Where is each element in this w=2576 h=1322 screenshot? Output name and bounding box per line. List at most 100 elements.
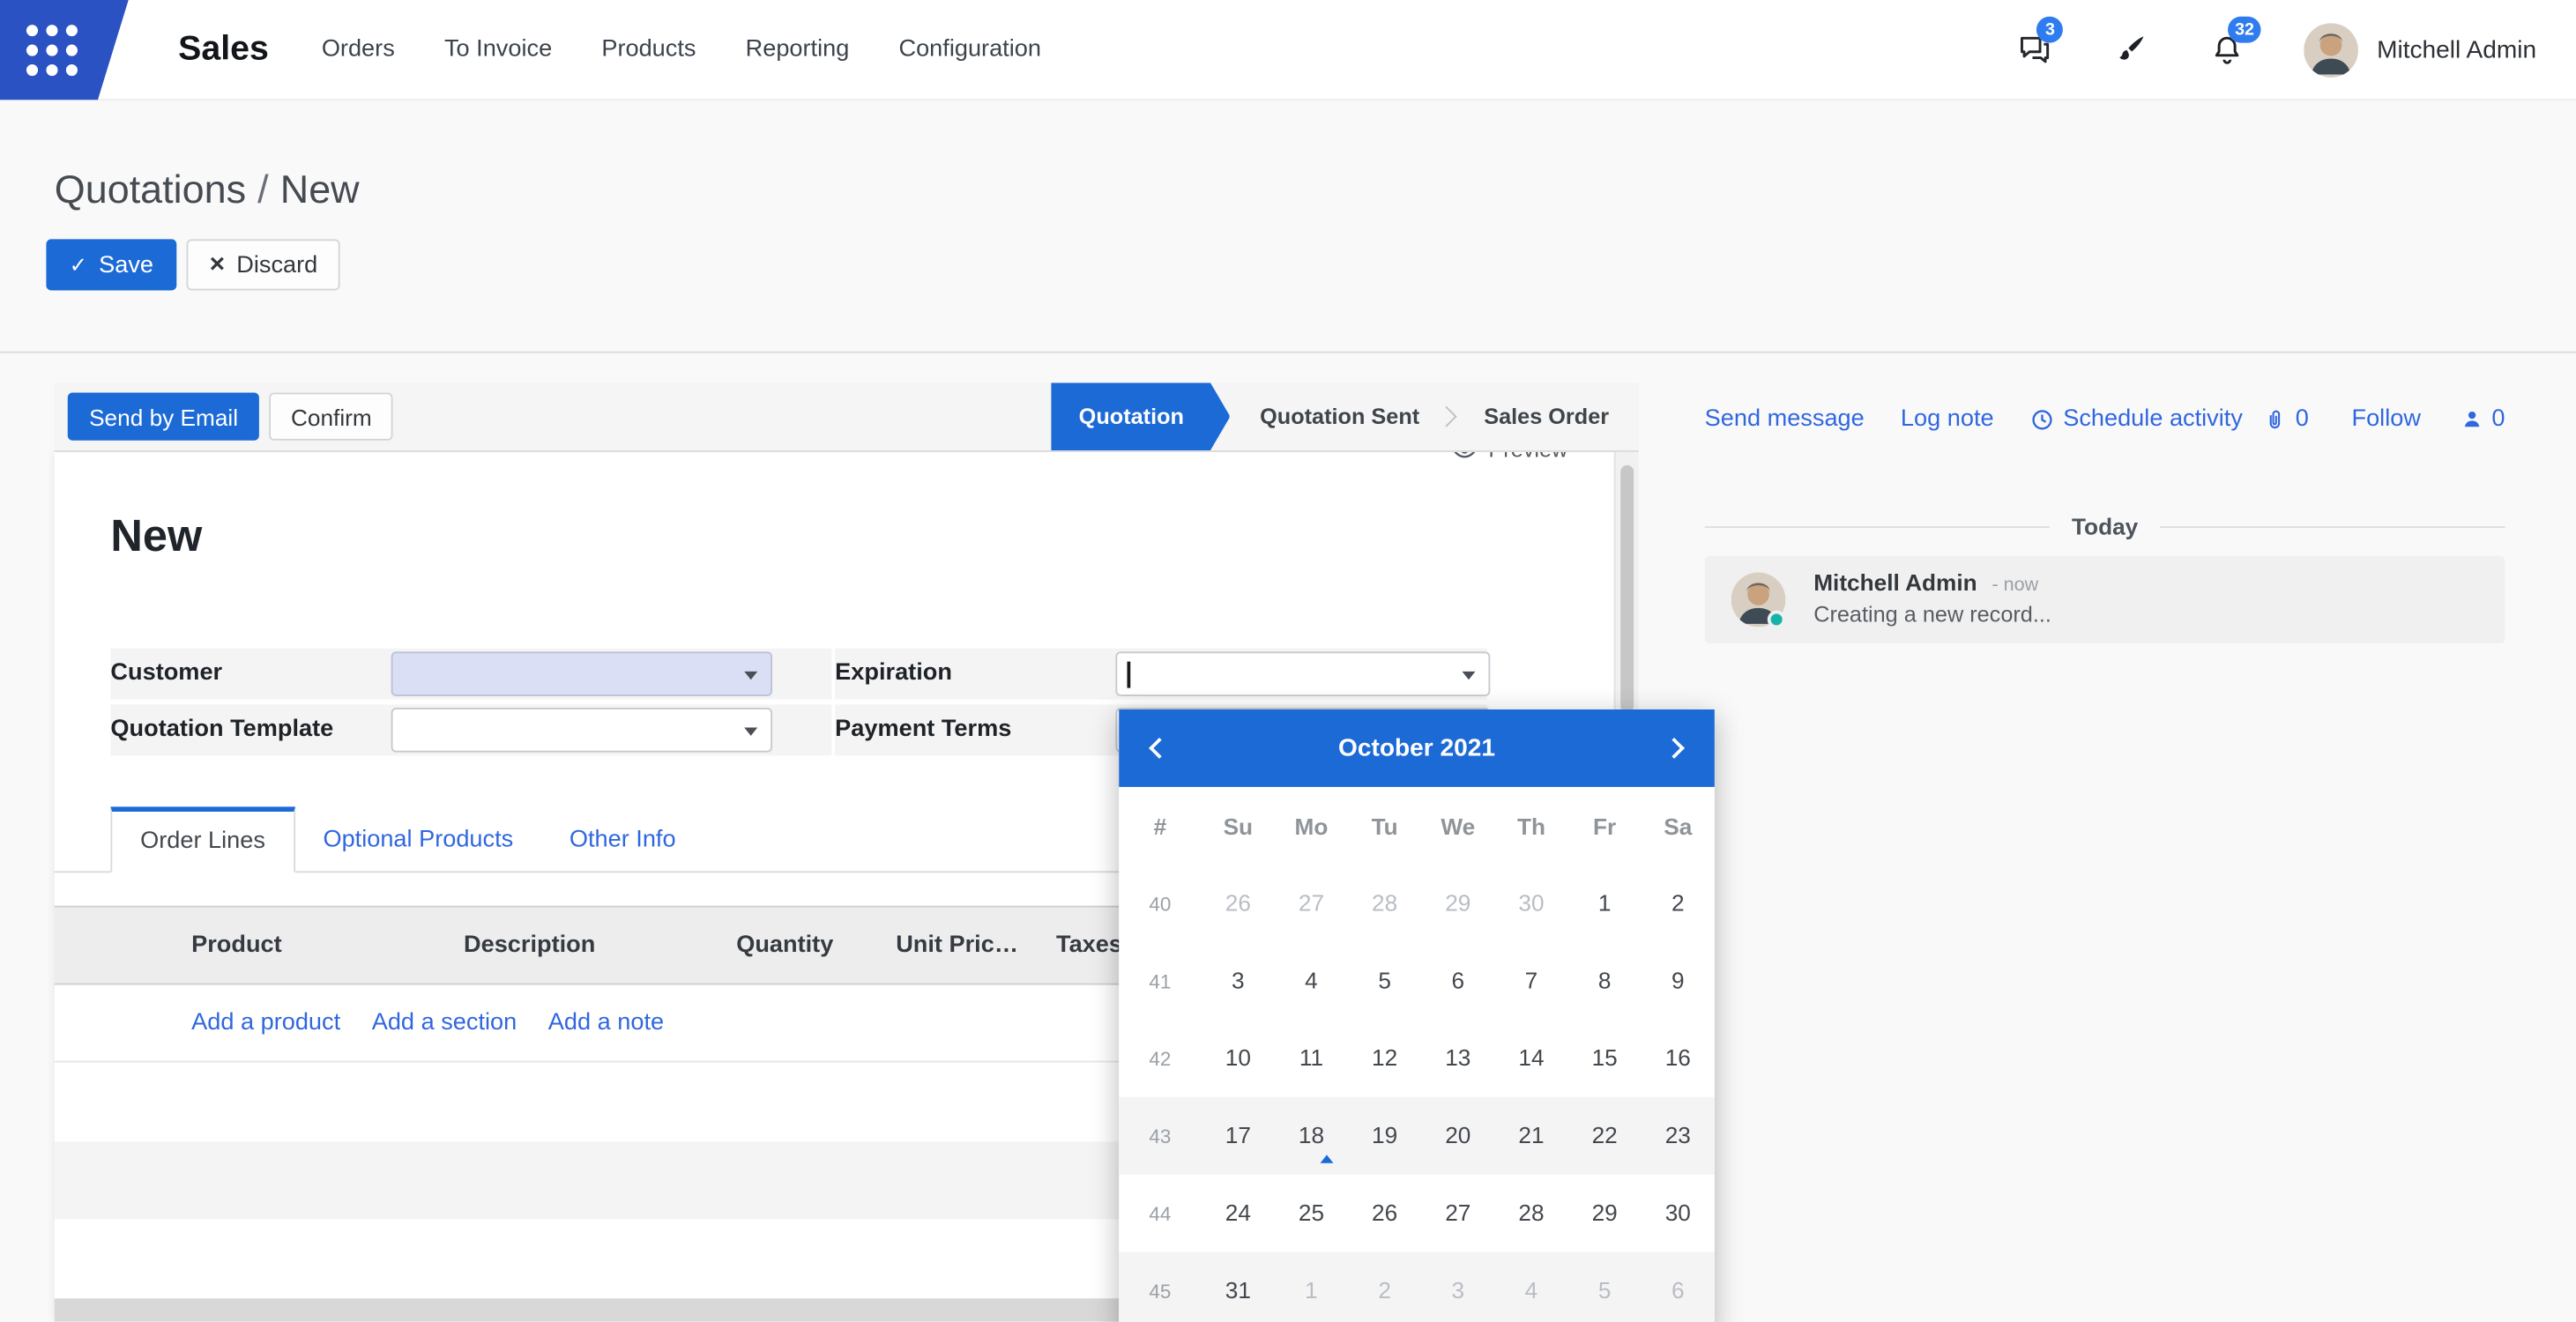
calendar-day[interactable]: 1 [1568,865,1642,942]
save-button[interactable]: ✓ Save [46,239,176,290]
menu-to-invoice[interactable]: To Invoice [444,36,552,63]
attachments-button[interactable]: 0 [2262,405,2309,432]
calendar-week-row: 40262728293012 [1119,865,1715,942]
tab-order-lines[interactable]: Order Lines [110,806,294,873]
calendar-day[interactable]: 21 [1494,1097,1567,1175]
calendar-day[interactable]: 25 [1275,1175,1348,1252]
calendar-day-header: # [1119,813,1202,839]
calendar-day[interactable]: 29 [1421,865,1494,942]
menu-orders[interactable]: Orders [322,36,395,63]
calendar-day[interactable]: 6 [1642,1252,1715,1322]
calendar-day[interactable]: 31 [1202,1252,1275,1322]
send-message-link[interactable]: Send message [1705,405,1865,432]
calendar-day[interactable]: 7 [1494,942,1567,1020]
calendar-day[interactable]: 5 [1348,942,1421,1020]
calendar-day[interactable]: 23 [1642,1097,1715,1175]
send-by-email-button[interactable]: Send by Email [68,393,260,441]
menu-reporting[interactable]: Reporting [746,36,850,63]
tab-other-info[interactable]: Other Info [541,806,704,871]
status-step-sales-order[interactable]: Sales Order [1455,382,1639,450]
schedule-activity-link[interactable]: Schedule activity [2030,405,2243,432]
chatter-panel: Send message Log note Schedule activity … [1665,380,2576,1322]
calendar-day[interactable]: 15 [1568,1020,1642,1097]
person-icon [2461,407,2483,430]
calendar-day[interactable]: 17 [1202,1097,1275,1175]
calendar-day[interactable]: 9 [1642,942,1715,1020]
breadcrumb-quotations[interactable]: Quotations [55,168,246,213]
activities-button[interactable]: 32 [2205,28,2248,71]
calendar-day[interactable]: 22 [1568,1097,1642,1175]
form-status-bar: Send by Email Confirm Quotation Quotatio… [55,382,1639,452]
next-month-button[interactable] [1664,738,1685,759]
week-number: 43 [1119,1125,1202,1147]
messages-button[interactable]: 3 [2014,28,2057,71]
apps-menu-button[interactable] [0,0,129,100]
calendar-day[interactable]: 20 [1421,1097,1494,1175]
add-a-section-link[interactable]: Add a section [372,1010,517,1036]
calendar-day[interactable]: 3 [1421,1252,1494,1322]
discard-button[interactable]: × Discard [186,239,340,290]
calendar-day[interactable]: 11 [1275,1020,1348,1097]
add-a-note-link[interactable]: Add a note [548,1010,664,1036]
calendar-day[interactable]: 29 [1568,1175,1642,1252]
calendar-day[interactable]: 16 [1642,1020,1715,1097]
scrollbar-thumb[interactable] [1620,465,1634,713]
confirm-button[interactable]: Confirm [270,393,393,441]
column-product: Product [191,908,282,984]
calendar-day[interactable]: 19 [1348,1097,1421,1175]
calendar-day[interactable]: 30 [1642,1175,1715,1252]
calendar-week-row: 4531123456 [1119,1252,1715,1322]
calendar-day[interactable]: 4 [1494,1252,1567,1322]
expiration-input[interactable] [1115,651,1490,696]
customer-input[interactable] [391,651,772,696]
calendar-day[interactable]: 26 [1348,1175,1421,1252]
calendar-day[interactable]: 2 [1642,865,1715,942]
status-step-quotation[interactable]: Quotation [1051,382,1231,450]
calendar-day[interactable]: 4 [1275,942,1348,1020]
log-note-link[interactable]: Log note [1901,405,1994,432]
brush-button[interactable] [2110,28,2153,71]
tab-optional-products[interactable]: Optional Products [295,806,541,871]
calendar-day[interactable]: 24 [1202,1175,1275,1252]
calendar-day[interactable]: 13 [1421,1020,1494,1097]
user-avatar[interactable] [2304,22,2359,77]
calendar-day[interactable]: 3 [1202,942,1275,1020]
user-name[interactable]: Mitchell Admin [2377,35,2536,63]
quotation-template-input[interactable] [391,708,772,753]
breadcrumb-current: New [280,168,360,213]
calendar-day[interactable]: 28 [1348,865,1421,942]
attachments-count: 0 [2296,405,2309,432]
calendar-day[interactable]: 26 [1202,865,1275,942]
calendar-grid: 4026272829301241345678942101112131415164… [1119,865,1715,1322]
add-a-product-link[interactable]: Add a product [191,1010,340,1036]
week-number: 44 [1119,1202,1202,1225]
calendar-day[interactable]: 18 [1275,1097,1348,1175]
calendar-day[interactable]: 2 [1348,1252,1421,1322]
week-number: 45 [1119,1280,1202,1303]
calendar-title[interactable]: October 2021 [1338,734,1495,762]
calendar-day[interactable]: 1 [1275,1252,1348,1322]
text-cursor [1128,662,1130,688]
calendar-week-row: 4210111213141516 [1119,1020,1715,1097]
followers-button[interactable]: 0 [2461,405,2505,432]
calendar-day[interactable]: 28 [1494,1175,1567,1252]
calendar-week-row: 413456789 [1119,942,1715,1020]
calendar-day[interactable]: 14 [1494,1020,1567,1097]
screen: Sales Orders To Invoice Products Reporti… [0,0,2576,1322]
menu-products[interactable]: Products [601,36,696,63]
calendar-day[interactable]: 5 [1568,1252,1642,1322]
prev-month-button[interactable] [1149,738,1170,759]
calendar-day[interactable]: 27 [1421,1175,1494,1252]
calendar-day[interactable]: 12 [1348,1020,1421,1097]
datepicker-popup: October 2021 #SuMoTuWeThFrSa 40262728293… [1119,709,1715,1322]
calendar-day[interactable]: 30 [1494,865,1567,942]
calendar-day[interactable]: 6 [1421,942,1494,1020]
calendar-day[interactable]: 8 [1568,942,1642,1020]
status-step-quotation-sent[interactable]: Quotation Sent [1230,382,1448,450]
app-name[interactable]: Sales [178,30,269,70]
follow-button[interactable]: Follow [2351,405,2420,432]
calendar-day[interactable]: 27 [1275,865,1348,942]
calendar-day[interactable]: 10 [1202,1020,1275,1097]
caret-down-icon [1463,672,1476,680]
menu-configuration[interactable]: Configuration [898,36,1040,63]
